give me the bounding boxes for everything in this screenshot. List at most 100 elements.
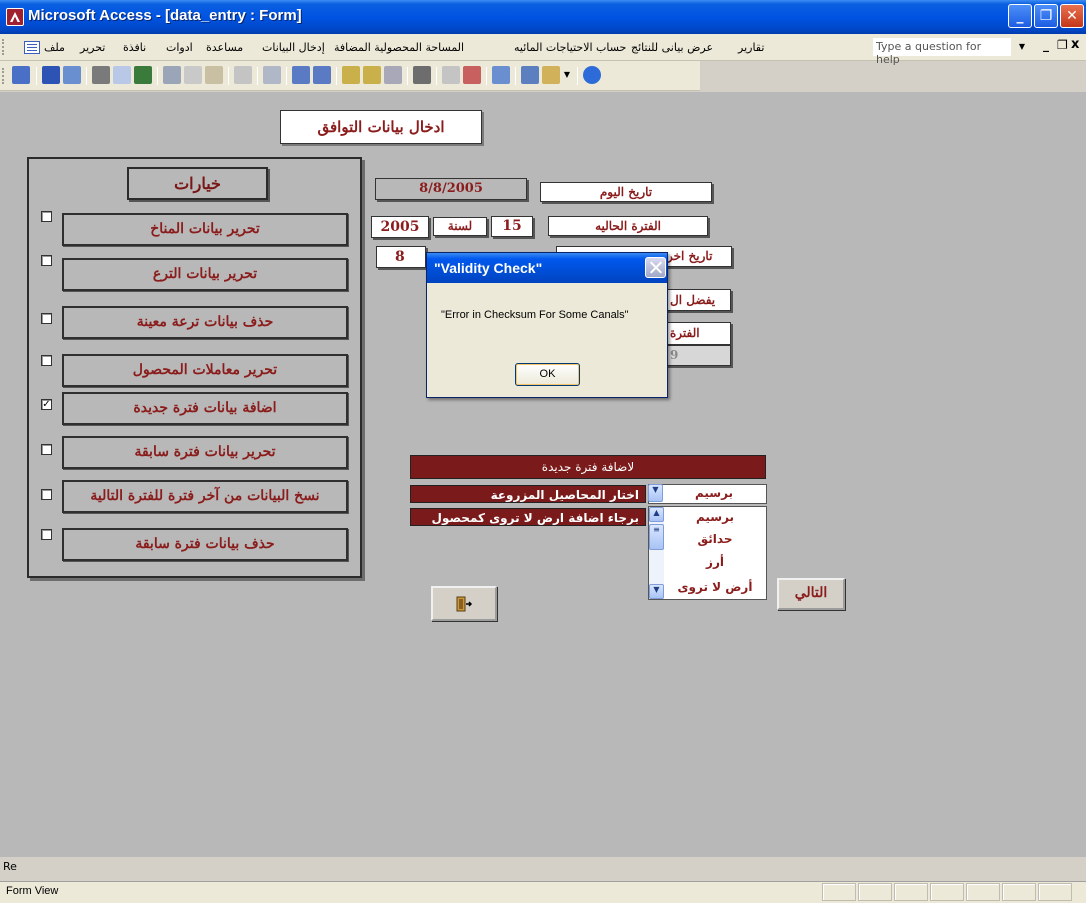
scroll-up-icon[interactable]: ▲ bbox=[649, 507, 664, 522]
form-title: ادخال بيانات التوافق bbox=[280, 110, 482, 144]
toolbar-separator bbox=[436, 67, 437, 85]
document-minimize-button[interactable]: _ bbox=[1043, 38, 1049, 52]
ok-button[interactable]: OK bbox=[515, 363, 580, 386]
menu-grip[interactable] bbox=[2, 39, 5, 55]
crop-list-item[interactable]: برسيم bbox=[666, 510, 764, 524]
option-edit-climate[interactable]: تحرير بيانات المناخ bbox=[62, 213, 348, 246]
menu-window[interactable]: نافذة bbox=[123, 41, 146, 54]
option-edit-previous-period[interactable]: تحرير بيانات فترة سابقة bbox=[62, 436, 348, 469]
help-icon[interactable] bbox=[583, 66, 601, 84]
option-checkbox-canals[interactable] bbox=[41, 255, 52, 266]
crop-list-item[interactable]: حدائق bbox=[666, 532, 764, 546]
print-icon[interactable] bbox=[92, 66, 110, 84]
menu-charts[interactable]: عرض بيانى للنتائج bbox=[631, 41, 713, 54]
new-object-icon[interactable] bbox=[542, 66, 560, 84]
toolbar-separator bbox=[515, 67, 516, 85]
file-search-icon[interactable] bbox=[63, 66, 81, 84]
save-icon[interactable] bbox=[42, 66, 60, 84]
cut-icon[interactable] bbox=[163, 66, 181, 84]
option-edit-crop-coefficients[interactable]: تحرير معاملات المحصول bbox=[62, 354, 348, 387]
scroll-down-icon[interactable]: ▼ bbox=[649, 584, 664, 599]
menu-data-entry[interactable]: إدخال البيانات bbox=[262, 41, 325, 54]
menu-edit[interactable]: تحرير bbox=[80, 41, 105, 54]
maximize-button[interactable]: ❐ bbox=[1034, 4, 1058, 28]
options-header: خيارات bbox=[127, 167, 268, 200]
last-date-field[interactable]: 8 bbox=[376, 246, 426, 268]
exit-button[interactable] bbox=[431, 586, 497, 621]
option-edit-canals[interactable]: تحرير بيانات الترع bbox=[62, 258, 348, 291]
option-delete-previous-period[interactable]: حذف بيانات فترة سابقة bbox=[62, 528, 348, 561]
copy-icon[interactable] bbox=[184, 66, 202, 84]
filter-by-selection-icon[interactable] bbox=[342, 66, 360, 84]
option-checkbox-delete-period[interactable] bbox=[41, 529, 52, 540]
form-menu-icon[interactable] bbox=[24, 41, 40, 54]
database-window-icon[interactable] bbox=[521, 66, 539, 84]
option-checkbox-climate[interactable] bbox=[41, 211, 52, 222]
toolbar-grip[interactable] bbox=[2, 68, 5, 84]
option-add-new-period[interactable]: اضافة بيانات فترة جديدة bbox=[62, 392, 348, 425]
window-title: Microsoft Access - [data_entry : Form] bbox=[28, 7, 302, 24]
chevron-down-icon[interactable]: ▼ bbox=[648, 484, 663, 502]
sort-ascending-icon[interactable] bbox=[292, 66, 310, 84]
toolbar-separator bbox=[86, 67, 87, 85]
document-close-button[interactable]: x bbox=[1071, 37, 1079, 52]
apply-filter-icon[interactable] bbox=[384, 66, 402, 84]
print-preview-icon[interactable] bbox=[113, 66, 131, 84]
properties-icon[interactable] bbox=[492, 66, 510, 84]
status-indicator bbox=[1002, 883, 1036, 901]
status-indicator bbox=[930, 883, 964, 901]
paste-icon[interactable] bbox=[205, 66, 223, 84]
minimize-button[interactable]: _ bbox=[1008, 4, 1032, 28]
option-checkbox-edit-previous[interactable] bbox=[41, 444, 52, 455]
status-indicator bbox=[1038, 883, 1072, 901]
menu-help[interactable]: مساعدة bbox=[206, 41, 243, 54]
validity-check-dialog: "Validity Check" "Error in Checksum For … bbox=[426, 252, 668, 398]
option-checkbox-crop-coefficients[interactable] bbox=[41, 355, 52, 366]
close-button[interactable]: ✕ bbox=[1060, 4, 1084, 28]
delete-record-icon[interactable] bbox=[463, 66, 481, 84]
menu-reports[interactable]: تقارير bbox=[738, 41, 764, 54]
option-delete-canal[interactable]: حذف بيانات ترعة معينة bbox=[62, 306, 348, 339]
toolbar-separator bbox=[486, 67, 487, 85]
toolbar-separator bbox=[36, 67, 37, 85]
scroll-thumb[interactable]: ≡ bbox=[649, 524, 664, 550]
new-object-dropdown-icon[interactable]: ▼ bbox=[562, 66, 572, 84]
dialog-close-icon[interactable] bbox=[645, 257, 666, 278]
today-date-field[interactable]: 8/8/2005 bbox=[375, 178, 527, 200]
document-restore-button[interactable]: ❐ bbox=[1057, 38, 1068, 52]
spelling-icon[interactable] bbox=[134, 66, 152, 84]
toolbar-separator bbox=[286, 67, 287, 85]
current-period-label: الفترة الحاليه bbox=[548, 216, 708, 236]
menu-tools[interactable]: ادوات bbox=[166, 41, 193, 54]
find-icon[interactable] bbox=[413, 66, 431, 84]
menu-water-requirements[interactable]: حساب الاحتياجات المائيه bbox=[514, 41, 626, 54]
option-checkbox-add-period[interactable]: ✓ bbox=[41, 399, 52, 410]
title-bar: Microsoft Access - [data_entry : Form] _… bbox=[0, 0, 1086, 34]
record-navigation-strip bbox=[0, 857, 1086, 881]
option-copy-last-period[interactable]: نسخ البيانات من آخر فترة للفترة التالية bbox=[62, 480, 348, 513]
year-field[interactable]: 2005 bbox=[371, 216, 429, 238]
undo-icon[interactable] bbox=[234, 66, 252, 84]
new-record-icon[interactable] bbox=[442, 66, 460, 84]
crop-combobox-value: برسيم bbox=[694, 486, 734, 500]
filter-by-form-icon[interactable] bbox=[363, 66, 381, 84]
menu-added-crop-area[interactable]: المساحة المحصولية المضافة bbox=[334, 41, 464, 54]
today-date-label: تاريخ اليوم bbox=[540, 182, 712, 202]
help-dropdown-arrow-icon[interactable]: ▼ bbox=[1015, 38, 1029, 56]
status-indicator bbox=[858, 883, 892, 901]
access-app-icon[interactable] bbox=[6, 8, 24, 26]
status-indicator bbox=[894, 883, 928, 901]
period-number-field[interactable]: 15 bbox=[491, 216, 533, 237]
menu-file[interactable]: ملف bbox=[44, 41, 65, 54]
help-question-input[interactable]: Type a question for help bbox=[873, 38, 1011, 66]
crop-list-item[interactable]: أرز bbox=[666, 555, 764, 569]
view-icon[interactable] bbox=[12, 66, 30, 84]
crop-list-item[interactable]: أرض لا تروى bbox=[666, 580, 764, 594]
toolbar-separator bbox=[336, 67, 337, 85]
sort-descending-icon[interactable] bbox=[313, 66, 331, 84]
option-checkbox-copy-period[interactable] bbox=[41, 489, 52, 500]
status-indicator bbox=[822, 883, 856, 901]
next-button[interactable]: التالي bbox=[777, 578, 845, 610]
option-checkbox-delete-canal[interactable] bbox=[41, 313, 52, 324]
insert-hyperlink-icon[interactable] bbox=[263, 66, 281, 84]
